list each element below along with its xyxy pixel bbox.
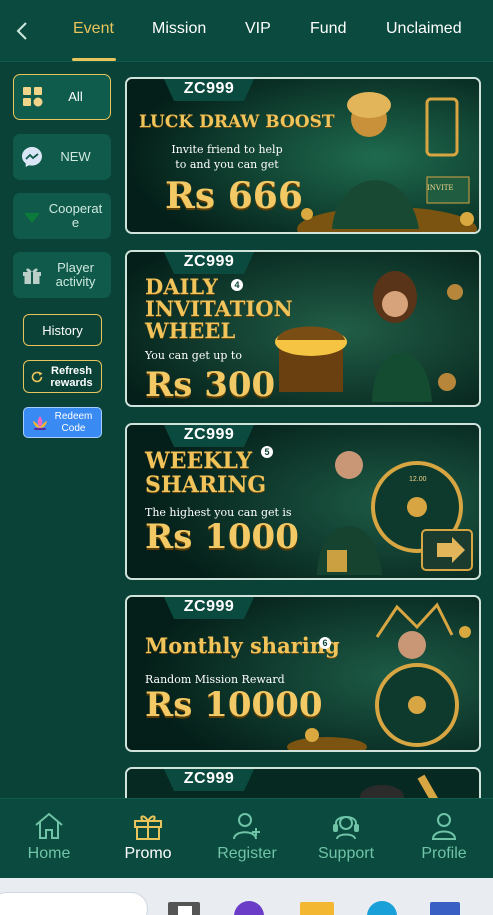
- promo-banner-luck-draw[interactable]: ZC999 LUCK DRAW BOOST Invite friend to h…: [125, 77, 481, 234]
- headset-icon: [333, 816, 359, 840]
- refresh-icon: [31, 371, 42, 382]
- user-icon: [431, 813, 457, 840]
- sidebar-item-new[interactable]: NEW: [13, 134, 111, 180]
- nav-label: Promo: [124, 845, 172, 862]
- nav-register[interactable]: Register: [202, 811, 292, 863]
- sidebar-item-label: Cooperat e: [48, 201, 103, 230]
- tab-unclaimed[interactable]: Unclaimed: [386, 20, 462, 38]
- banner-amount: Rs 666: [165, 175, 303, 217]
- sidebar-item-cooperate[interactable]: Cooperat e: [13, 193, 111, 239]
- nav-label: Profile: [421, 845, 467, 862]
- add-user-icon: [233, 813, 260, 840]
- banner-amount: Rs 10000: [145, 685, 323, 725]
- lotus-icon: [33, 415, 47, 430]
- banner-amount: Rs 300: [145, 365, 276, 405]
- banner-title: Monthly sharing: [145, 633, 340, 658]
- nav-home[interactable]: Home: [4, 811, 94, 863]
- back-button[interactable]: [10, 16, 36, 46]
- gift-box-icon: [134, 815, 162, 840]
- sidebar-item-label: NEW: [60, 149, 91, 164]
- promo-banner-weekly-sharing[interactable]: ZC999 WEEKLY SHARING 5 The highest you c…: [125, 423, 481, 580]
- nav-support[interactable]: Support: [301, 811, 391, 863]
- nav-label: Support: [317, 845, 375, 862]
- active-tab-indicator: [72, 58, 116, 61]
- sidebar-item-player-activity[interactable]: Player activity: [13, 252, 111, 298]
- nav-promo[interactable]: Promo: [103, 811, 193, 863]
- brand-logo: ZC999: [183, 770, 235, 787]
- refresh-rewards-button[interactable]: Refresh rewards: [23, 360, 102, 393]
- banner-number-badge: 4: [231, 279, 243, 291]
- redeem-code-label: Redeem Code: [54, 410, 93, 434]
- nav-label: Register: [217, 845, 277, 862]
- gift-icon: [23, 268, 41, 284]
- banner-number-badge: 6: [319, 637, 331, 649]
- banner-title: DAILY INVITATION WHEEL: [145, 274, 293, 343]
- banner-amount: Rs 1000: [145, 517, 299, 557]
- tab-event[interactable]: Event: [73, 20, 114, 38]
- banner-subtitle: Invite friend to help to and you can get: [171, 143, 283, 171]
- tab-vip[interactable]: VIP: [245, 20, 271, 38]
- banner-number-badge: 5: [261, 446, 273, 458]
- grid-icon: [23, 87, 43, 107]
- refresh-rewards-label: Refresh rewards: [50, 364, 93, 389]
- history-button[interactable]: History: [23, 314, 102, 346]
- messenger-icon: [22, 147, 42, 167]
- redeem-code-button[interactable]: Redeem Code: [23, 407, 102, 438]
- sidebar-item-label: Player activity: [55, 260, 96, 289]
- invite-badge: INVITE: [427, 184, 454, 192]
- brand-logo: ZC999: [183, 80, 235, 97]
- promo-banner-monthly-sharing[interactable]: ZC999 Monthly sharing 6 Random Mission R…: [125, 595, 481, 752]
- wheel-label: 12.00: [409, 476, 427, 483]
- promo-banner-daily-wheel[interactable]: ZC999 DAILY INVITATION WHEEL 4 You can g…: [125, 250, 481, 407]
- brand-logo: ZC999: [183, 598, 235, 615]
- sidebar-item-all[interactable]: All: [13, 74, 111, 120]
- banner-subtitle: You can get up to: [145, 349, 242, 362]
- taskbar-app-icons: [168, 901, 460, 915]
- os-taskbar: [0, 878, 493, 915]
- nav-profile[interactable]: Profile: [399, 811, 489, 863]
- sidebar-item-label: All: [68, 89, 83, 104]
- top-tab-bar: Event Mission VIP Fund Unclaimed: [0, 0, 493, 62]
- bottom-navigation: Home Promo Register Support Profile: [0, 798, 493, 878]
- brand-logo: ZC999: [183, 426, 235, 443]
- tab-fund[interactable]: Fund: [310, 20, 346, 38]
- nav-label: Home: [27, 845, 71, 862]
- chevron-left-icon: [16, 22, 27, 40]
- triangle-down-icon: [24, 213, 40, 223]
- brand-logo: ZC999: [183, 253, 235, 270]
- home-icon: [35, 812, 63, 839]
- tab-mission[interactable]: Mission: [152, 20, 206, 38]
- banner-title: LUCK DRAW BOOST: [139, 112, 335, 132]
